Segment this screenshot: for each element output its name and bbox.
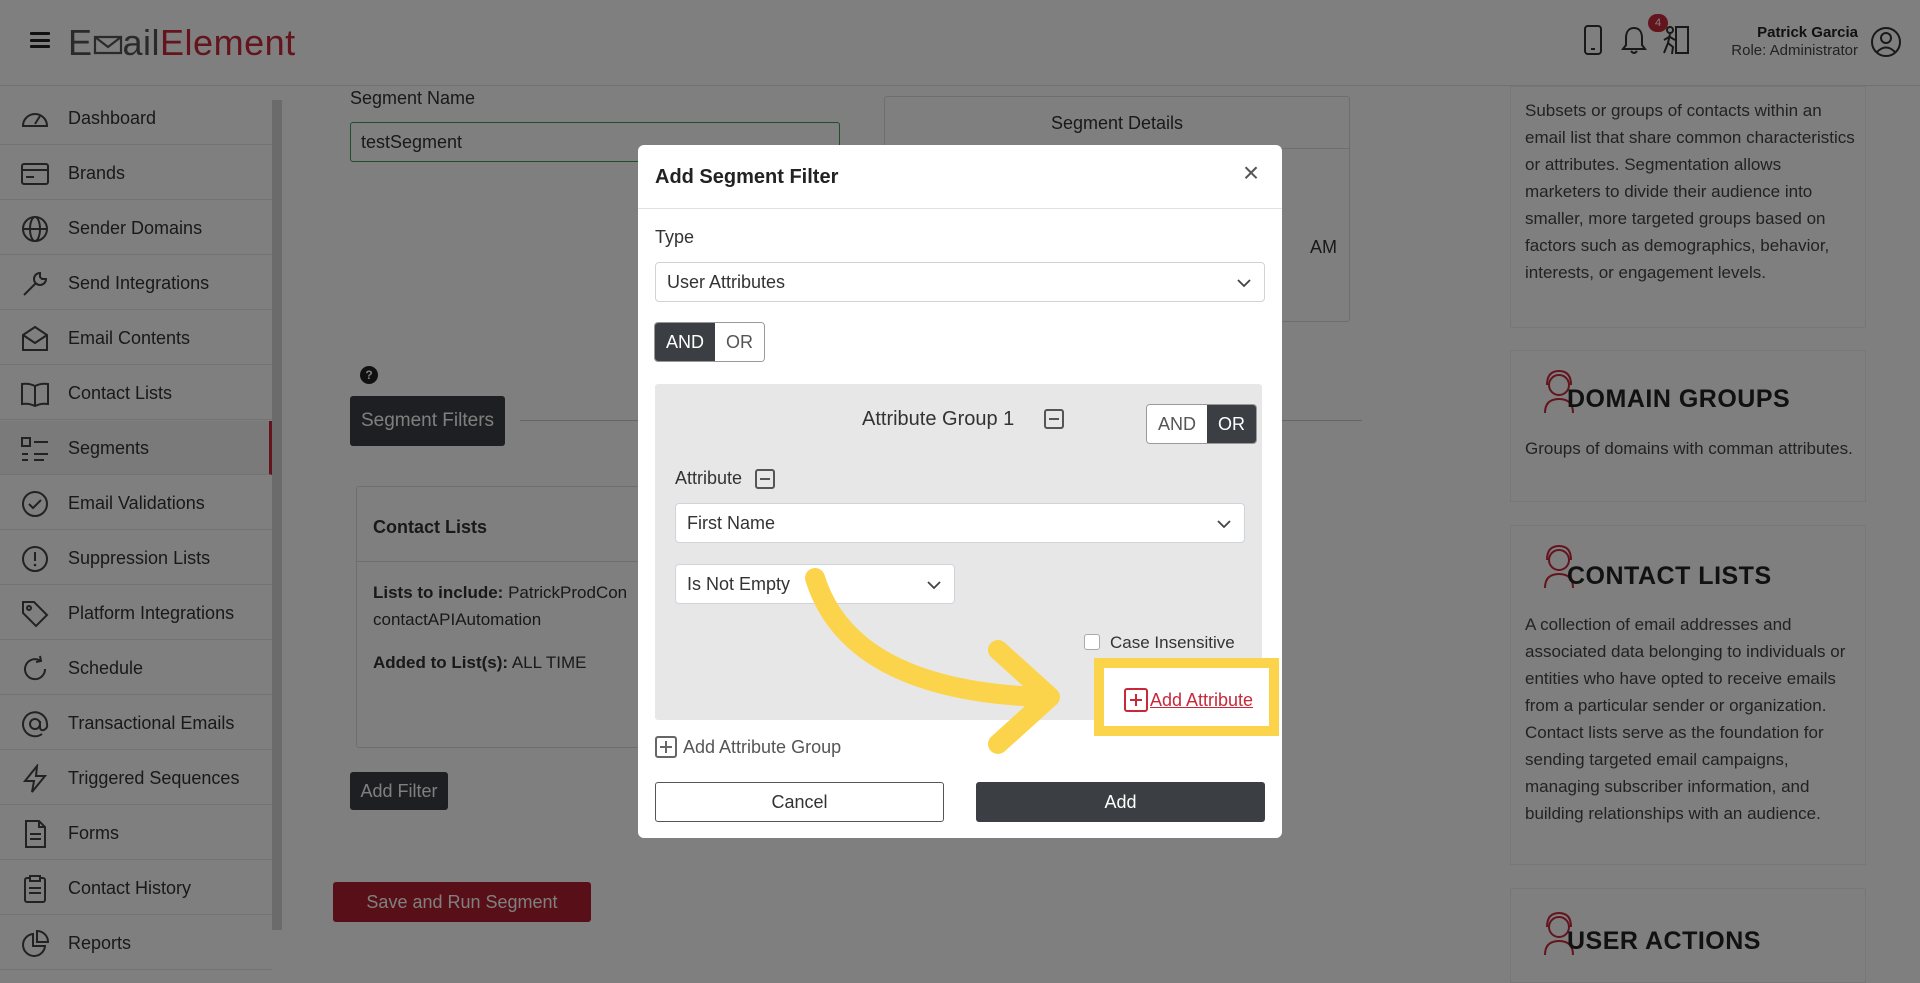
cancel-button[interactable]: Cancel: [655, 782, 944, 822]
type-label: Type: [655, 227, 695, 247]
and-or-toggle: AND OR: [654, 322, 766, 362]
chevron-down-icon: [1217, 520, 1231, 529]
case-insensitive-label: Case Insensitive: [1110, 633, 1235, 652]
modal-title: Add Segment Filter: [655, 166, 839, 188]
add-attribute-highlight: Add Attribute: [1094, 658, 1279, 736]
attribute-select[interactable]: First Name: [675, 503, 1245, 543]
modal-header: Add Segment Filter ×: [638, 145, 1282, 209]
collapse-group-icon[interactable]: [1044, 409, 1064, 429]
attribute-group-title: Attribute Group 1: [862, 408, 1015, 430]
group-and-toggle-button[interactable]: AND: [1147, 405, 1208, 443]
chevron-down-icon: [927, 581, 941, 590]
close-icon[interactable]: ×: [1238, 159, 1264, 187]
add-attribute-group-button[interactable]: Add Attribute Group: [655, 736, 841, 758]
and-toggle-button[interactable]: AND: [655, 323, 716, 361]
chevron-down-icon: [1237, 279, 1251, 288]
plus-icon: [655, 736, 677, 758]
attribute-label: Attribute: [675, 468, 743, 488]
condition-select[interactable]: Is Not Empty: [675, 564, 955, 604]
add-attribute-button[interactable]: Add Attribute: [1124, 688, 1253, 712]
group-and-or-toggle: AND OR: [1146, 404, 1258, 444]
or-toggle-button[interactable]: OR: [715, 323, 765, 361]
add-button[interactable]: Add: [976, 782, 1265, 822]
plus-icon: [1124, 688, 1148, 712]
remove-attribute-icon[interactable]: [755, 469, 775, 489]
group-or-toggle-button[interactable]: OR: [1207, 405, 1257, 443]
case-insensitive-checkbox[interactable]: [1084, 634, 1100, 650]
type-select[interactable]: User Attributes: [655, 262, 1265, 302]
